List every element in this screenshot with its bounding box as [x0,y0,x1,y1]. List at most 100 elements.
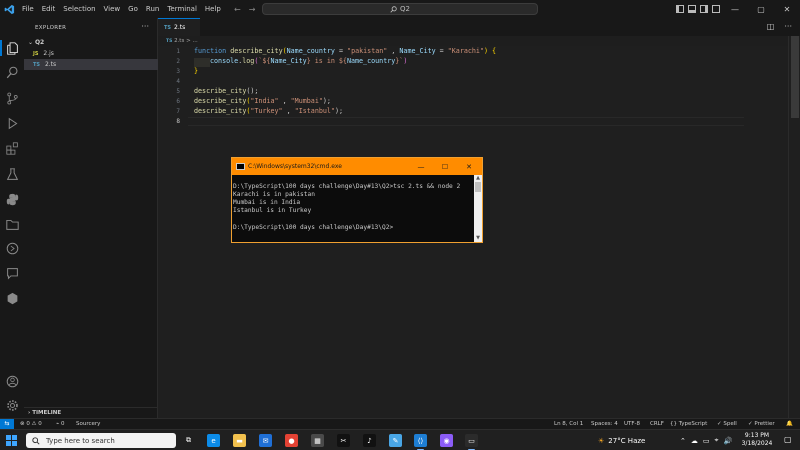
notification-center-icon[interactable]: ▢ [784,435,792,444]
language-mode[interactable]: {} TypeScript [670,420,707,429]
network-icon[interactable]: ⌖ [715,436,719,445]
scrollbar-thumb[interactable] [791,36,799,118]
taskbar-vscode-icon[interactable]: ⟨⟩ [414,434,427,450]
account-icon[interactable] [4,373,20,389]
token-string: "Mumbai" [290,97,323,105]
folder-q2[interactable]: ⌄ Q2 [28,39,44,46]
customize-layout-icon[interactable] [712,5,720,13]
toggle-secondary-sidebar-icon[interactable] [700,5,708,13]
cmd-close-button[interactable]: ✕ [457,158,481,175]
token-keyword: function [194,47,227,55]
tray-overflow-icon[interactable]: ⌃ [680,437,686,445]
sourcery-indicator[interactable]: Sourcery [76,420,100,429]
menu-edit[interactable]: Edit [38,0,60,18]
extensions-icon[interactable] [4,140,20,156]
window-minimize-button[interactable]: — [722,0,748,18]
notifications-bell-icon[interactable]: 🔔 [786,420,793,429]
forward-arrow-icon[interactable]: → [249,5,256,14]
menu-selection[interactable]: Selection [59,0,99,18]
file-item-2-js[interactable]: JS 2.js [24,48,158,59]
scrollbar-thumb[interactable] [475,182,481,192]
indentation[interactable]: Spaces: 4 [591,420,618,429]
run-debug-icon[interactable] [4,115,20,131]
line-ending[interactable]: CRLF [650,420,664,429]
window-maximize-button[interactable]: ▢ [748,0,774,18]
folder-icon[interactable] [4,216,20,232]
token-string: "India" [250,97,279,105]
window-close-button[interactable]: ✕ [774,0,800,18]
taskbar-file-explorer-icon[interactable]: ▬ [233,434,246,447]
cmd-title-bar[interactable]: C:\Windows\system32\cmd.exe — ☐ ✕ [232,158,482,175]
weather-widget[interactable]: ☀ 27°C Haze [598,433,645,448]
hexagon-icon[interactable] [4,290,20,306]
onedrive-icon[interactable]: ☁ [691,437,698,445]
scroll-up-arrow-icon[interactable]: ▲ [474,175,482,182]
source-control-icon[interactable] [4,90,20,106]
cursor-position[interactable]: Ln 8, Col 1 [554,420,583,429]
windows-start-icon[interactable] [6,435,17,446]
menu-file[interactable]: File [18,0,38,18]
taskbar-capcut-icon[interactable]: ✂ [337,434,350,447]
command-center-search[interactable]: Q2 [262,3,538,15]
token-string: "pakistan" [347,47,388,55]
taskbar-cmd-icon[interactable]: ▭ [465,434,478,450]
search-icon[interactable] [4,64,20,80]
timeline-section[interactable]: › TIMELINE [24,407,158,418]
taskbar-tiktok-icon[interactable]: ♪ [363,434,376,447]
cmd-prompt-line[interactable]: D:\TypeScript\100 days challenge\Day#13\… [233,224,393,231]
taskbar-notepad-icon[interactable]: ✎ [389,434,402,447]
explorer-icon[interactable] [4,40,20,56]
breadcrumb-symbol[interactable]: ... [192,38,197,44]
settings-gear-icon[interactable] [4,397,20,413]
problems-indicator[interactable]: ⊗ 0 ⚠ 0 [20,420,42,429]
taskbar-task-view-icon[interactable]: ⧉ [182,434,195,447]
token-string: "Karachi" [447,47,484,55]
back-arrow-icon[interactable]: ← [234,5,241,14]
menu-terminal[interactable]: Terminal [163,0,201,18]
taskbar-mail-icon[interactable]: ✉ [259,434,272,447]
toggle-primary-sidebar-icon[interactable] [676,5,684,13]
cmd-maximize-button[interactable]: ☐ [433,158,457,175]
cmd-title: C:\Windows\system32\cmd.exe [248,163,342,170]
menu-help[interactable]: Help [201,0,225,18]
js-file-icon: JS [33,51,39,57]
python-icon[interactable] [4,191,20,207]
cmd-window[interactable]: C:\Windows\system32\cmd.exe — ☐ ✕ D:\Typ… [231,157,483,243]
taskbar-edge-icon[interactable]: e [207,434,220,447]
token-close: ); [334,107,344,115]
editor-scrollbar[interactable] [788,36,800,418]
prettier-status[interactable]: ✓ Prettier [748,420,775,429]
toggle-panel-icon[interactable] [688,5,696,13]
more-actions-icon[interactable]: ··· [141,22,149,31]
taskbar-messenger-icon[interactable]: ◉ [440,434,453,447]
search-icon [390,5,397,13]
cmd-minimize-button[interactable]: — [409,158,433,175]
token-op: = [435,47,448,55]
cmd-output-line: Istanbul is in Turkey [233,207,312,214]
line-number: 2 [176,58,180,65]
breadcrumb-file[interactable]: 2.ts [174,38,184,44]
taskbar-chrome-icon[interactable]: ● [285,434,298,447]
windows-taskbar: Type here to search ⧉ e ▬ ✉ ● ▦ ✂ ♪ ✎ ⟨⟩ ◉ ▭ ☀ 27°C… [0,429,800,450]
spell-checker[interactable]: ✓ Spell [717,420,737,429]
battery-icon[interactable]: ▭ [703,437,710,445]
ports-indicator[interactable]: ⌁ 0 [56,420,65,429]
taskbar-clock[interactable]: 9:13 PM 3/18/2024 [738,432,776,448]
menu-view[interactable]: View [100,0,125,18]
menu-run[interactable]: Run [142,0,163,18]
cmd-scrollbar[interactable]: ▲ ▼ [474,175,482,242]
split-editor-icon[interactable]: ◫ [767,22,775,31]
scroll-down-arrow-icon[interactable]: ▼ [474,235,482,242]
more-actions-icon[interactable]: ··· [784,22,792,31]
tab-2-ts[interactable]: TS 2.ts [158,18,200,36]
file-item-2-ts[interactable]: TS 2.ts [24,59,158,70]
taskbar-search-box[interactable]: Type here to search [26,433,176,448]
menu-go[interactable]: Go [124,0,142,18]
taskbar-store-icon[interactable]: ▦ [311,434,324,447]
token-sep: , [282,107,295,115]
testing-icon[interactable] [4,166,20,182]
volume-icon[interactable]: 🔊 [723,437,732,445]
timeline-icon[interactable] [4,240,20,256]
chat-icon[interactable] [4,265,20,281]
encoding[interactable]: UTF-8 [624,420,640,429]
